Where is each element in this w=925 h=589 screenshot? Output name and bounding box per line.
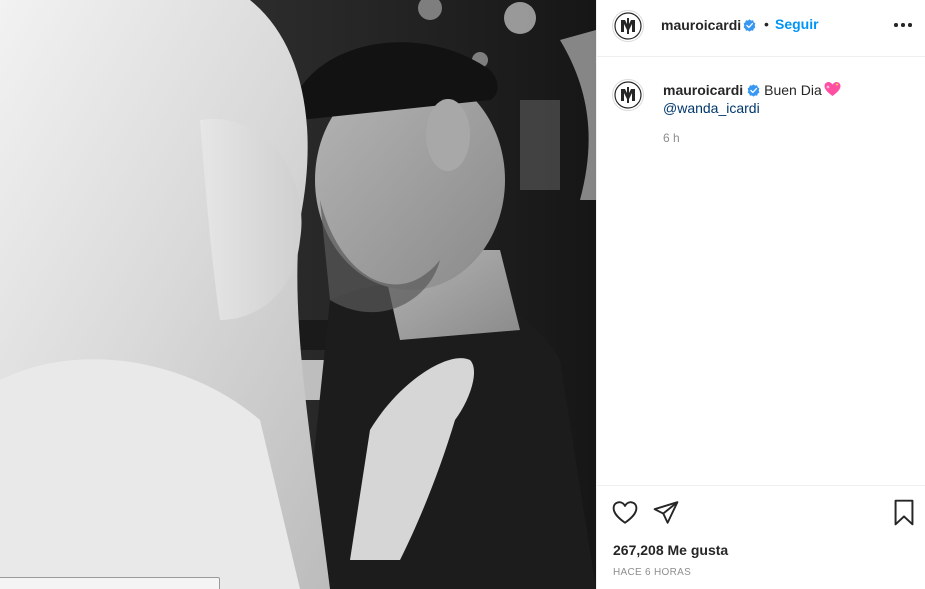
author-username[interactable]: mauroicardi [661, 17, 741, 33]
separator-dot: • [764, 16, 769, 32]
paper-plane-icon[interactable] [653, 500, 679, 526]
caption-username[interactable]: mauroicardi [663, 82, 743, 98]
mi-monogram-logo-icon [614, 12, 642, 40]
caption-text-block: mauroicardi Buen Dia @wanda_icardi [663, 81, 913, 117]
post-timestamp: HACE 6 HORAS [613, 567, 692, 578]
follow-button[interactable]: Seguir [775, 16, 819, 32]
more-options-icon[interactable] [894, 20, 912, 30]
post-photo-image [0, 0, 596, 589]
heart-outline-icon[interactable] [611, 500, 639, 526]
post-photo[interactable] [0, 0, 596, 589]
verified-badge-icon [743, 19, 756, 32]
post-actions: 267,208 Me gusta HACE 6 HORAS [597, 485, 925, 589]
caption-avatar[interactable] [612, 79, 644, 111]
author-avatar[interactable] [612, 10, 644, 42]
caption-age: 6 h [663, 131, 680, 145]
caption-mention-link[interactable]: @wanda_icardi [663, 100, 760, 116]
mi-monogram-logo-icon [614, 81, 642, 109]
caption-text: Buen Dia [764, 82, 822, 98]
browser-status-tooltip [0, 577, 220, 589]
likes-count[interactable]: 267,208 Me gusta [613, 542, 728, 558]
bookmark-icon[interactable] [892, 499, 916, 526]
post-header: mauroicardi • Seguir [597, 0, 925, 57]
post-sidebar: mauroicardi • Seguir mauroicardi Buen Di… [596, 0, 925, 589]
sparkling-heart-emoji-icon [824, 82, 841, 96]
verified-badge-icon [747, 84, 760, 97]
